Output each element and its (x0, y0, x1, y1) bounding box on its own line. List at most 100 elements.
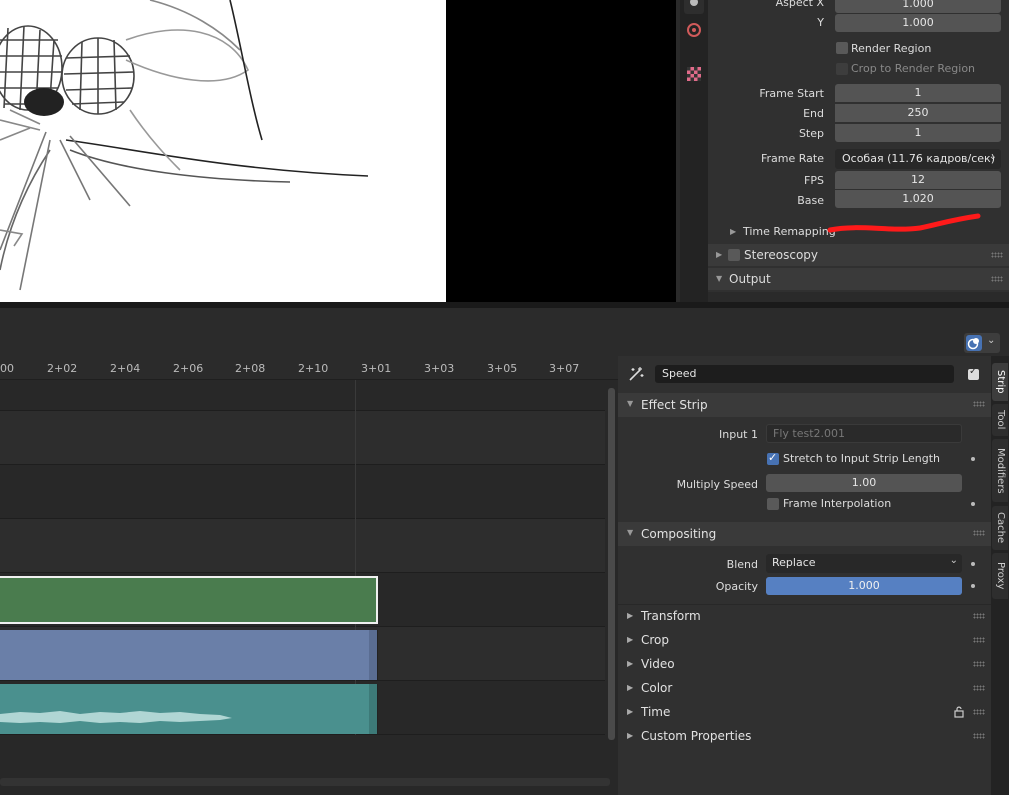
base-field[interactable]: 1.020 (835, 190, 1001, 208)
opacity-slider[interactable]: 1.000 (766, 577, 962, 595)
channel-row (0, 519, 605, 573)
expand-triangle-icon: ▶ (627, 635, 634, 644)
strip-name-field[interactable]: Speed (655, 365, 954, 383)
color-panel-header[interactable]: ▶ Color (618, 676, 991, 700)
strip-mute-checkbox[interactable]: ✓ (968, 366, 979, 380)
keyframe-dot[interactable] (971, 502, 975, 506)
sequencer-channels[interactable] (0, 380, 618, 795)
output-panel-header[interactable]: ▼ Output (708, 268, 1009, 290)
timeline-ruler[interactable]: 00 2+02 2+04 2+06 2+08 2+10 3+01 3+03 3+… (0, 356, 618, 380)
tab-strip[interactable]: Strip (992, 363, 1008, 401)
render-region-checkbox[interactable] (836, 42, 848, 54)
frame-interpolation-checkbox[interactable] (767, 498, 779, 510)
crop-region-label: Crop to Render Region (851, 62, 976, 75)
transform-panel-header[interactable]: ▶ Transform (618, 604, 991, 628)
speed-effect-strip[interactable] (0, 576, 378, 624)
scene-tab[interactable] (684, 20, 704, 40)
preview-letterbox (446, 0, 676, 302)
aspect-y-field[interactable]: 1.000 (835, 14, 1001, 32)
time-title: Time (641, 705, 671, 719)
drag-grip-icon[interactable] (973, 685, 985, 691)
time-tick: 3+07 (549, 362, 580, 375)
drag-grip-icon[interactable] (973, 530, 985, 536)
end-label: End (803, 107, 824, 120)
multiply-speed-label: Multiply Speed (676, 478, 758, 491)
drag-grip-icon[interactable] (973, 733, 985, 739)
frame-interpolation-label: Frame Interpolation (783, 497, 892, 510)
tab-tool[interactable]: Tool (992, 404, 1008, 436)
input1-field[interactable]: Fly test2.001 (766, 424, 962, 443)
frame-start-field[interactable]: 1 (835, 84, 1001, 102)
transform-title: Transform (641, 609, 701, 623)
fps-field[interactable]: 12 (835, 171, 1001, 189)
effect-strip-panel-header[interactable]: ▼ Effect Strip (618, 393, 991, 417)
keyframe-dot[interactable] (971, 584, 975, 588)
render-region-label: Render Region (851, 42, 932, 55)
expand-triangle-icon: ▶ (730, 227, 737, 236)
time-tick: 2+06 (173, 362, 204, 375)
red-annotation-stroke (827, 213, 981, 233)
stretch-checkbox[interactable] (767, 451, 779, 465)
stereoscopy-label: Stereoscopy (744, 248, 819, 262)
blend-dropdown[interactable]: Replace ⌄ (766, 554, 962, 573)
compositing-title: Compositing (641, 527, 717, 541)
chevron-down-icon[interactable]: ⌄ (987, 335, 995, 346)
drag-grip-icon[interactable] (991, 276, 1003, 282)
video-panel-header[interactable]: ▶ Video (618, 652, 991, 676)
custom-properties-panel-header[interactable]: ▶ Custom Properties (618, 724, 991, 748)
drag-grip-icon[interactable] (973, 637, 985, 643)
drag-grip-icon[interactable] (973, 613, 985, 619)
drag-grip-icon[interactable] (973, 709, 985, 715)
sequencer-header: ⌄ (0, 308, 1009, 356)
tab-modifiers[interactable]: Modifiers (992, 439, 1008, 502)
time-panel-header[interactable]: ▶ Time (618, 700, 991, 724)
horizontal-scrollbar[interactable] (0, 778, 610, 786)
expand-triangle-icon: ▶ (627, 659, 634, 668)
texture-tab[interactable] (684, 64, 704, 84)
time-tick: 3+03 (424, 362, 455, 375)
frame-gridline (355, 380, 356, 735)
unlock-icon[interactable] (954, 706, 966, 718)
custom-properties-title: Custom Properties (641, 729, 752, 743)
effect-strip-title: Effect Strip (641, 398, 708, 412)
view-layer-tab[interactable] (684, 0, 704, 14)
drag-grip-icon[interactable] (973, 401, 985, 407)
chevron-down-icon: ⌄ (949, 555, 958, 566)
frame-rate-value: Особая (11.76 кадров/сек) (842, 152, 995, 165)
collapse-triangle-icon: ▼ (627, 399, 634, 408)
keyframe-dot[interactable] (971, 457, 975, 461)
sketch-image (0, 0, 369, 291)
sidebar-tabs: Strip Tool Modifiers Cache Proxy (991, 356, 1009, 795)
time-tick: 2+02 (47, 362, 78, 375)
time-tick: 2+10 (298, 362, 329, 375)
stereoscopy-checkbox[interactable] (728, 249, 740, 261)
movie-strip[interactable] (0, 630, 378, 680)
crop-panel-header[interactable]: ▶ Crop (618, 628, 991, 652)
stereoscopy-panel-header[interactable]: ▶ Stereoscopy (708, 244, 1009, 266)
frame-rate-label: Frame Rate (761, 152, 824, 165)
expand-triangle-icon: ▶ (627, 683, 634, 692)
channel-row (0, 411, 605, 465)
end-field[interactable]: 250 (835, 104, 1001, 122)
sound-strip[interactable] (0, 684, 378, 734)
sequencer-preview (0, 0, 446, 302)
drag-grip-icon[interactable] (973, 661, 985, 667)
keyframe-dot[interactable] (971, 562, 975, 566)
blend-value: Replace (772, 556, 816, 569)
crop-region-checkbox[interactable] (836, 63, 848, 75)
vertical-scrollbar[interactable] (608, 388, 615, 740)
opacity-value: 1.000 (848, 579, 880, 592)
aspect-x-field[interactable]: 1.000 (835, 0, 1001, 13)
compositing-panel-header[interactable]: ▼ Compositing (618, 522, 991, 546)
overlay-toggle[interactable]: ⌄ (964, 333, 1000, 353)
multiply-speed-field[interactable]: 1.00 (766, 474, 962, 492)
tab-proxy[interactable]: Proxy (992, 553, 1008, 599)
tab-cache[interactable]: Cache (992, 506, 1008, 550)
frame-rate-dropdown[interactable]: Особая (11.76 кадров/сек) ⌄ (835, 149, 1001, 169)
step-field[interactable]: 1 (835, 124, 1001, 142)
strip-sidebar: Speed ✓ ▼ Effect Strip Input 1 Fly test2… (618, 356, 991, 795)
drag-grip-icon[interactable] (991, 252, 1003, 258)
expand-triangle-icon: ▶ (627, 707, 634, 716)
time-tick: 3+01 (361, 362, 392, 375)
view-layer-icon (690, 0, 698, 6)
